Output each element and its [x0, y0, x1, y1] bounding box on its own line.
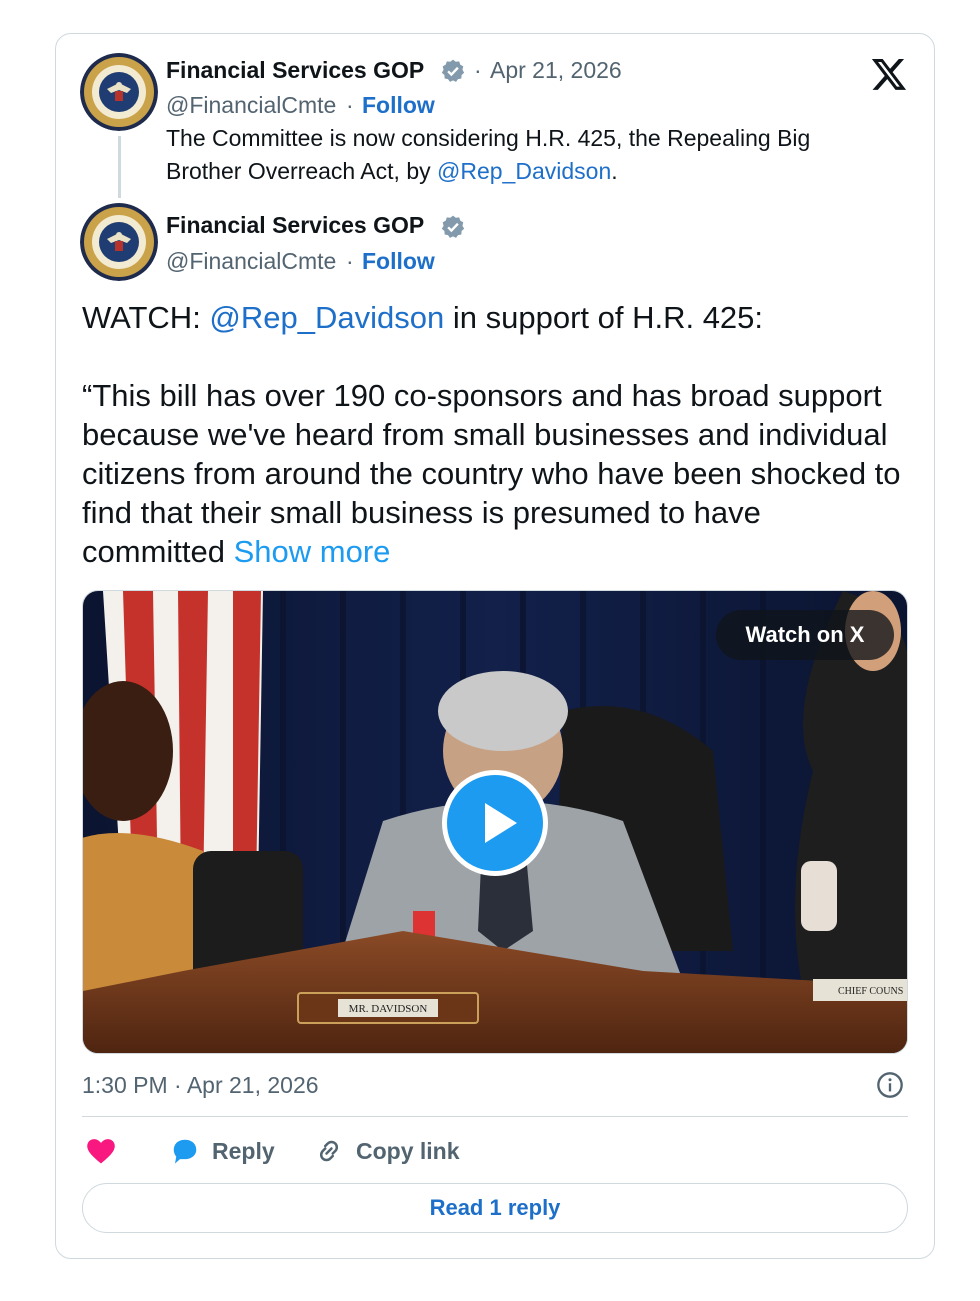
thread-connector [118, 136, 121, 198]
author-name[interactable]: Financial Services GOP [166, 57, 424, 84]
heart-icon [87, 1139, 115, 1164]
committee-seal-icon [80, 203, 158, 281]
follow-separator: · [346, 248, 354, 274]
reply-bubble-icon [173, 1139, 197, 1164]
copy-link-button[interactable]: Copy link [314, 1134, 460, 1168]
nameplate-label-right: CHIEF COUNS [838, 986, 903, 997]
tweet-text: WATCH: @Rep_Davidson in support of H.R. … [82, 298, 912, 571]
copy-link-label: Copy link [356, 1137, 460, 1164]
x-logo-icon[interactable] [870, 55, 908, 93]
tweet-body: “This bill has over 190 co-sponsors and … [82, 378, 901, 569]
author-handle[interactable]: @FinancialCmte [166, 92, 336, 119]
link-icon [319, 1140, 339, 1162]
show-more-link[interactable]: Show more [234, 534, 391, 569]
nameplate-label: MR. DAVIDSON [349, 1003, 428, 1015]
info-icon[interactable] [876, 1071, 904, 1099]
verified-badge-icon [441, 59, 465, 82]
reply-button[interactable]: Reply [170, 1134, 275, 1168]
mention-link[interactable]: @Rep_Davidson [437, 158, 611, 184]
avatar[interactable] [80, 53, 158, 131]
verified-badge-icon [441, 215, 465, 238]
quoted-tweet-text: The Committee is now considering H.R. 42… [166, 122, 886, 188]
divider [82, 1116, 908, 1117]
tweet-date[interactable]: Apr 21, 2026 [490, 57, 622, 84]
watch-on-x-button[interactable]: Watch on X [716, 610, 894, 660]
tweet-prefix: WATCH: [82, 300, 210, 335]
date-separator: · [474, 57, 482, 83]
committee-seal-icon [80, 53, 158, 131]
reply-label: Reply [212, 1137, 275, 1164]
read-replies-button[interactable]: Read 1 reply [82, 1183, 908, 1233]
follow-button[interactable]: Follow [362, 92, 435, 119]
like-button[interactable] [86, 1134, 116, 1168]
author-name[interactable]: Financial Services GOP [166, 212, 424, 239]
author-handle[interactable]: @FinancialCmte [166, 248, 336, 275]
play-icon [485, 803, 517, 843]
quoted-text-part2: . [611, 158, 618, 184]
tweet-timestamp[interactable]: 1:30 PM · Apr 21, 2026 [82, 1072, 319, 1099]
mention-link[interactable]: @Rep_Davidson [209, 300, 444, 335]
follow-button[interactable]: Follow [362, 248, 435, 275]
play-button[interactable] [442, 770, 548, 876]
tweet-line1-suffix: in support of H.R. 425: [444, 300, 764, 335]
avatar[interactable] [80, 203, 158, 281]
follow-separator: · [346, 92, 354, 118]
